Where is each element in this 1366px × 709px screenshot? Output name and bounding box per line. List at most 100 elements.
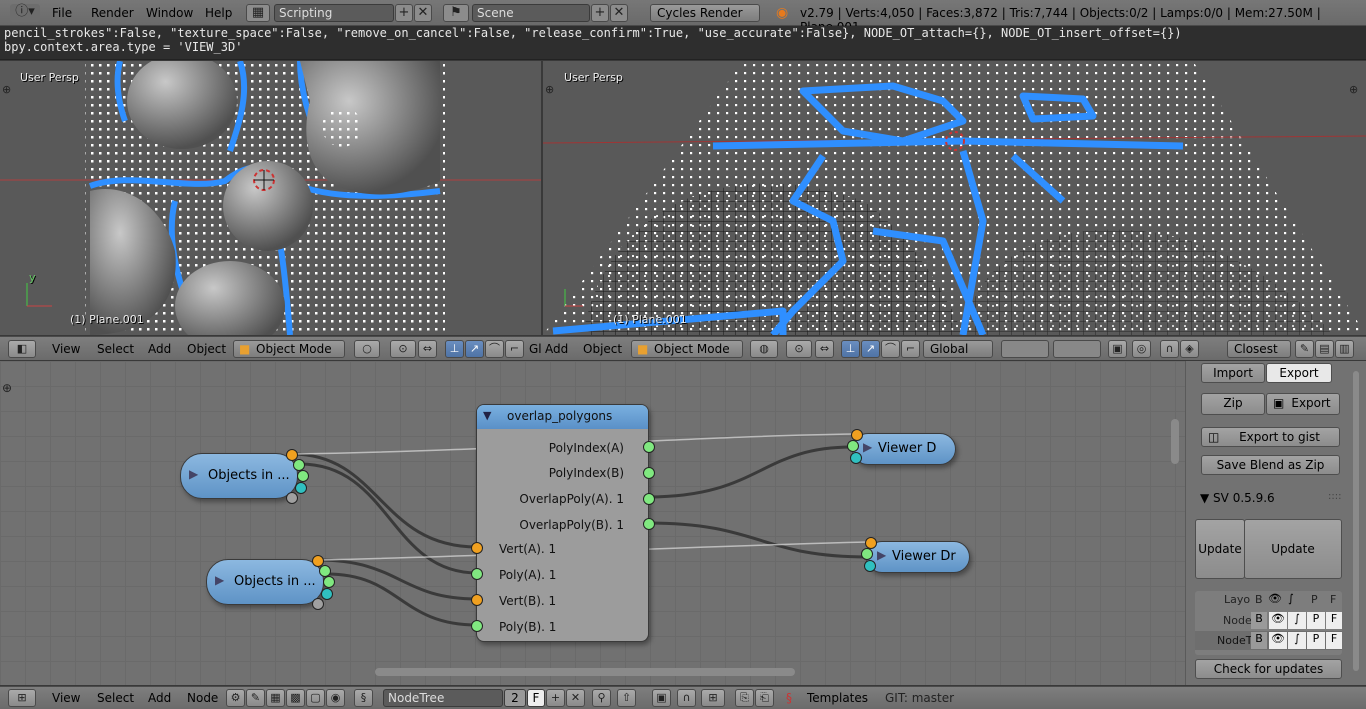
delete-layout-button[interactable]: ✕ bbox=[414, 4, 432, 22]
manipulator-icon[interactable]: ⇔ bbox=[418, 340, 437, 358]
collapse-arrow-icon[interactable]: ▶ bbox=[189, 467, 198, 481]
add-layout-button[interactable]: + bbox=[395, 4, 413, 22]
compositing-tree-icon[interactable]: ▩ bbox=[286, 689, 305, 707]
opengl-anim-icon[interactable]: ▥ bbox=[1335, 340, 1354, 358]
update-nodetree-button[interactable]: Update NodeTree bbox=[1244, 519, 1342, 614]
nodetree-name-field[interactable]: NodeTree bbox=[383, 689, 503, 707]
link-icon[interactable]: ∫ bbox=[1288, 612, 1306, 629]
rotate-icon[interactable]: ↗ bbox=[861, 340, 880, 358]
info-icon[interactable]: ⓘ▾ bbox=[10, 4, 40, 22]
menu-select[interactable]: Select bbox=[97, 342, 134, 356]
check-updates-button[interactable]: Check for updates bbox=[1195, 659, 1342, 679]
collapse-arrow-icon[interactable]: ▶ bbox=[877, 548, 886, 562]
transform-orientation-icon[interactable]: ⌐ bbox=[901, 340, 920, 358]
output-socket[interactable] bbox=[643, 441, 655, 453]
panel-scrollbar[interactable] bbox=[1353, 371, 1359, 671]
editor-type-icon[interactable]: ⊞ bbox=[8, 689, 36, 707]
link-icon[interactable]: ∫ bbox=[1288, 632, 1306, 649]
layers-grid[interactable] bbox=[1001, 340, 1049, 358]
save-blend-zip-button[interactable]: Save Blend as Zip bbox=[1201, 455, 1340, 475]
translate-icon[interactable]: ⊥ bbox=[445, 340, 464, 358]
delete-tree-button[interactable]: ✕ bbox=[566, 689, 585, 707]
backdrop-icon[interactable]: ▣ bbox=[652, 689, 671, 707]
scale-icon[interactable]: ⌒ bbox=[485, 340, 504, 358]
node-editor[interactable]: ⊕ ▼ overlap_polygons PolyIndex(A) PolyIn… bbox=[0, 361, 1185, 685]
material-tree-icon[interactable]: ▢ bbox=[306, 689, 325, 707]
horizontal-scrollbar[interactable] bbox=[375, 668, 795, 676]
expand-plus-icon[interactable]: ⊕ bbox=[1349, 83, 1358, 96]
shader-tree-icon[interactable]: ✎ bbox=[246, 689, 265, 707]
p-toggle[interactable]: P bbox=[1307, 612, 1325, 629]
nodetree-icon[interactable]: § bbox=[354, 689, 373, 707]
output-socket[interactable] bbox=[297, 470, 309, 482]
texture-tree-icon[interactable]: ▦ bbox=[266, 689, 285, 707]
add-tree-button[interactable]: + bbox=[546, 689, 565, 707]
expand-plus-icon[interactable]: ⊕ bbox=[545, 83, 554, 96]
opengl-render-icon[interactable]: ▤ bbox=[1315, 340, 1334, 358]
shading-icon[interactable]: ◍ bbox=[750, 340, 778, 358]
orientation-dropdown[interactable]: Global bbox=[923, 340, 993, 358]
pivot-icon[interactable]: ⊙ bbox=[390, 340, 416, 358]
menu-object[interactable]: Object bbox=[187, 342, 226, 356]
tree-type-icon[interactable]: ⚙ bbox=[226, 689, 245, 707]
scene-icon[interactable]: ⚑ bbox=[443, 4, 469, 22]
render-layer-icon[interactable]: ▣ bbox=[1108, 340, 1127, 358]
input-socket[interactable] bbox=[847, 440, 859, 452]
eye-icon[interactable]: 👁 bbox=[1269, 632, 1287, 649]
collapse-arrow-icon[interactable]: ▶ bbox=[863, 440, 872, 454]
menu-file[interactable]: File bbox=[52, 6, 72, 20]
snap-magnet-icon[interactable]: ∩ bbox=[677, 689, 696, 707]
node-overlap-polygons[interactable]: ▼ overlap_polygons PolyIndex(A) PolyInde… bbox=[471, 404, 655, 642]
snap-target-dropdown[interactable]: Closest bbox=[1227, 340, 1291, 358]
collapse-arrow-icon[interactable]: ▶ bbox=[215, 573, 224, 587]
menu-add[interactable]: Add bbox=[148, 342, 171, 356]
expand-plus-icon[interactable]: ⊕ bbox=[2, 381, 12, 395]
pivot-icon[interactable]: ⊙ bbox=[786, 340, 812, 358]
p-toggle[interactable]: P bbox=[1307, 632, 1325, 649]
collapse-arrow-icon[interactable]: ▼ bbox=[483, 409, 491, 422]
pin-icon[interactable]: ⚲ bbox=[592, 689, 611, 707]
input-socket[interactable] bbox=[471, 568, 483, 580]
render-engine-dropdown[interactable]: Cycles Render bbox=[650, 4, 760, 22]
output-socket[interactable] bbox=[323, 576, 335, 588]
node-viewer-draw[interactable]: ▶ Viewer D bbox=[847, 429, 956, 465]
menu-add[interactable]: Add bbox=[148, 691, 171, 705]
output-socket[interactable] bbox=[312, 598, 324, 610]
fake-user-toggle[interactable]: F bbox=[527, 689, 545, 707]
viewport-left[interactable]: User Persp (1) Plane.001 y ⊕ bbox=[0, 61, 541, 335]
viewport-right[interactable]: User Persp (1) Plane.001 ⊕ ⊕ bbox=[543, 61, 1366, 335]
menu-object[interactable]: Object bbox=[583, 342, 622, 356]
scene-field[interactable]: Scene bbox=[472, 4, 590, 22]
output-socket[interactable] bbox=[643, 493, 655, 505]
eye-icon[interactable]: 👁 bbox=[1269, 612, 1287, 629]
input-socket[interactable] bbox=[861, 548, 873, 560]
drag-handle-icon[interactable]: :::: bbox=[1328, 491, 1341, 502]
layout-field[interactable]: Scripting bbox=[274, 4, 394, 22]
scale-icon[interactable]: ⌒ bbox=[881, 340, 900, 358]
b-toggle[interactable]: B bbox=[1251, 632, 1267, 649]
input-socket[interactable] bbox=[471, 620, 483, 632]
sv-panel-header[interactable]: ▼ SV 0.5.9.6 bbox=[1200, 491, 1275, 505]
proportional-edit-icon[interactable]: ◎ bbox=[1132, 340, 1151, 358]
f-toggle[interactable]: F bbox=[1326, 612, 1342, 629]
input-socket[interactable] bbox=[864, 560, 876, 572]
input-socket[interactable] bbox=[850, 452, 862, 464]
transform-orientation-icon[interactable]: ⌐ bbox=[505, 340, 524, 358]
layers-grid[interactable] bbox=[1053, 340, 1101, 358]
editor-type-icon[interactable]: ◧ bbox=[8, 340, 36, 358]
sphere-icon[interactable]: ◉ bbox=[326, 689, 345, 707]
update-all-button[interactable]: Update a bbox=[1195, 519, 1245, 614]
tab-export[interactable]: Export bbox=[1266, 363, 1332, 383]
node-objects-in[interactable]: ▶ Objects in ... bbox=[206, 555, 335, 610]
copy-nodes-icon[interactable]: ⎘ bbox=[735, 689, 754, 707]
f-toggle[interactable]: F bbox=[1326, 632, 1342, 649]
shading-icon[interactable]: ○ bbox=[354, 340, 380, 358]
input-socket[interactable] bbox=[471, 594, 483, 606]
output-socket[interactable] bbox=[643, 518, 655, 530]
node-objects-in[interactable]: ▶ Objects in ... bbox=[180, 449, 309, 504]
magnet-icon[interactable]: ∩ bbox=[1160, 340, 1179, 358]
expand-plus-icon[interactable]: ⊕ bbox=[2, 83, 11, 96]
export-gist-button[interactable]: ◫ Export to gist bbox=[1201, 427, 1340, 447]
menu-view[interactable]: View bbox=[52, 342, 80, 356]
snap-element-icon[interactable]: ◈ bbox=[1180, 340, 1199, 358]
